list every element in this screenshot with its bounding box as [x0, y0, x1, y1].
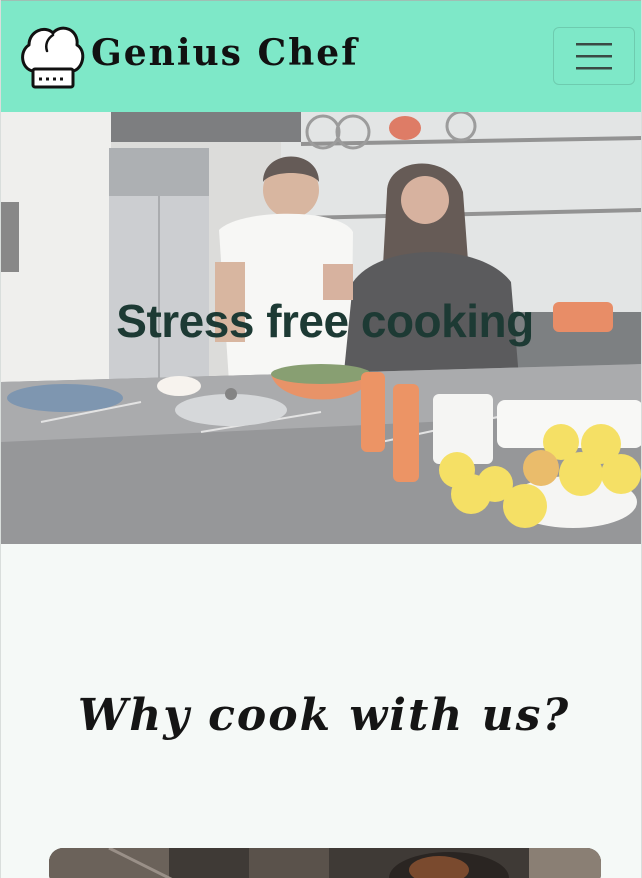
hero-section: Stress free cooking [1, 112, 641, 544]
page: Genius Chef Stress free cooking Why cook… [0, 0, 642, 878]
feature-card[interactable] [49, 848, 601, 878]
brand-name: Genius Chef [91, 32, 359, 74]
hero-title: Stress free cooking [116, 295, 534, 347]
feature-card-image [49, 848, 601, 878]
why-section-title: Why cook with us? [77, 690, 571, 741]
navbar: Genius Chef [1, 0, 641, 112]
menu-toggle-button[interactable] [553, 27, 635, 85]
hamburger-menu-icon [576, 43, 612, 70]
chef-hat-icon [21, 26, 85, 89]
brand[interactable]: Genius Chef [17, 21, 359, 91]
